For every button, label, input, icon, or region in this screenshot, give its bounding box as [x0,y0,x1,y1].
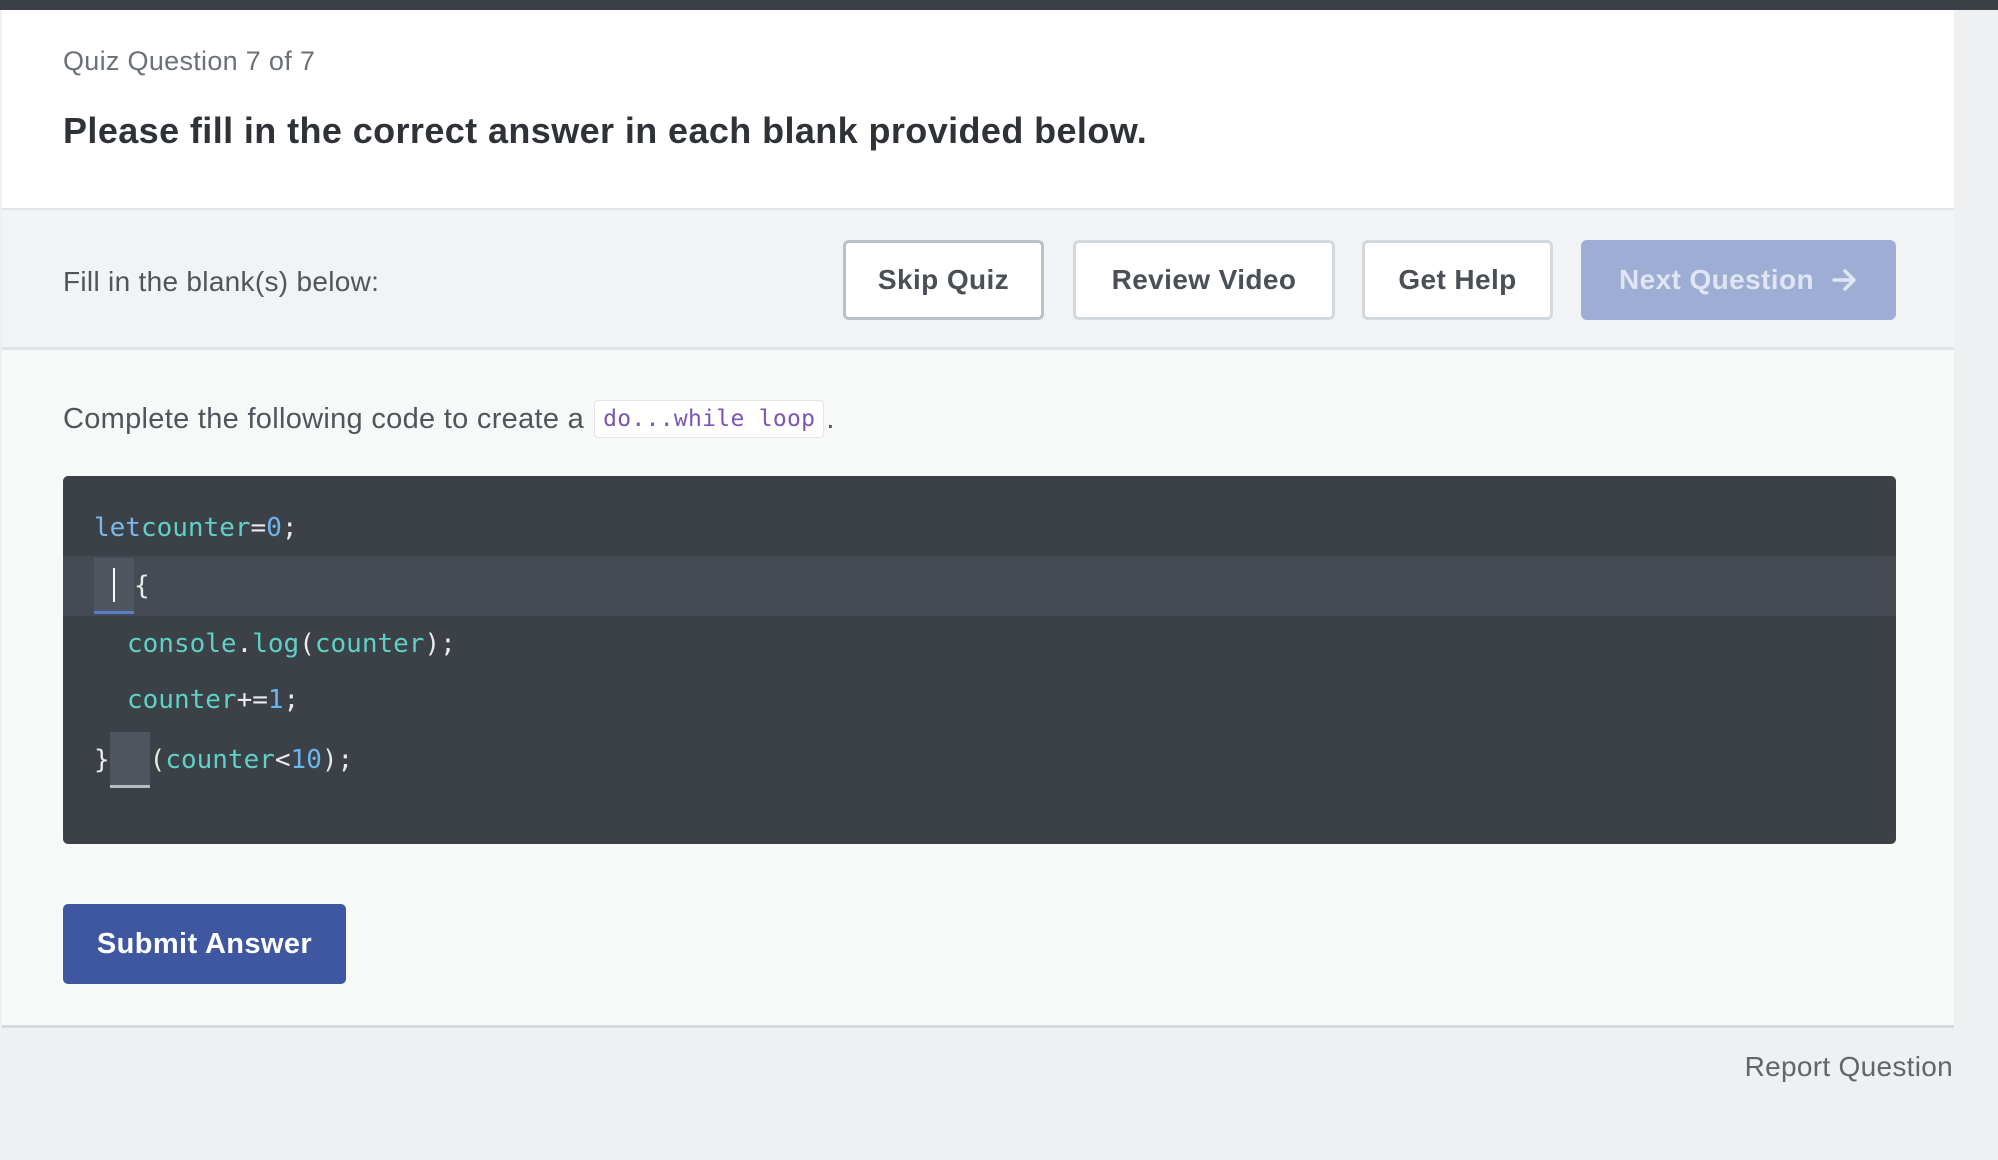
question-prompt: Complete the following code to create a … [63,400,835,438]
blank-input-2[interactable] [109,732,150,788]
quiz-toolbar: Fill in the blank(s) below: Skip Quiz Re… [2,210,1954,350]
prompt-inline-code: do...while loop [594,400,825,438]
code-line-1: let counter = 0; [63,500,1896,556]
code-identifier: counter [165,745,275,775]
code-paren-open: ( [299,629,315,659]
top-bar [0,0,1998,10]
code-open-brace: { [134,571,150,601]
code-line-5: } (counter < 10); [63,730,1896,790]
next-question-button[interactable]: Next Question [1581,240,1896,320]
code-line-3: console. log(counter); [63,616,1896,672]
quiz-card: Quiz Question 7 of 7 Please fill in the … [2,10,1954,1025]
next-question-label: Next Question [1618,264,1814,295]
code-close-brace: } [94,745,110,775]
code-keyword: let [94,513,141,543]
code-identifier: counter [140,513,251,543]
report-question-link[interactable]: Report Question [1745,1051,1953,1083]
code-number: 10 [290,745,322,775]
code-paren-open: ( [149,745,166,775]
code-number: 1 [267,685,284,715]
prompt-suffix: . [826,402,835,435]
review-video-button[interactable]: Review Video [1073,240,1335,320]
text-caret [113,568,115,602]
code-operator: = [250,513,267,543]
code-terminator: ; [281,513,298,543]
code-paren-close: ); [321,745,354,775]
get-help-button[interactable]: Get Help [1362,240,1553,320]
quiz-header: Quiz Question 7 of 7 Please fill in the … [2,10,1954,210]
code-argument: counter [314,629,425,659]
code-operator: += [236,685,268,715]
arrow-right-icon [1832,269,1856,291]
code-dot: . [236,629,253,659]
code-line-4: counter += 1; [63,672,1896,728]
code-editor: let counter = 0; { console. log(counter);… [63,476,1896,844]
code-identifier: counter [127,685,237,715]
toolbar-label: Fill in the blank(s) below: [63,266,380,297]
code-line-2: { [63,556,1896,616]
code-terminator: ; [283,685,300,715]
code-object: console [127,629,237,659]
code-method: log [252,629,300,659]
submit-answer-button[interactable]: Submit Answer [63,904,346,984]
question-counter: Quiz Question 7 of 7 [63,46,316,76]
code-paren-close: ); [424,629,456,659]
blank-input-1[interactable] [94,558,134,614]
question-title: Please fill in the correct answer in eac… [63,110,1148,151]
code-number: 0 [266,513,282,543]
code-operator: < [274,745,291,775]
prompt-text: Complete the following code to create a [63,402,585,435]
skip-quiz-button[interactable]: Skip Quiz [843,240,1044,320]
